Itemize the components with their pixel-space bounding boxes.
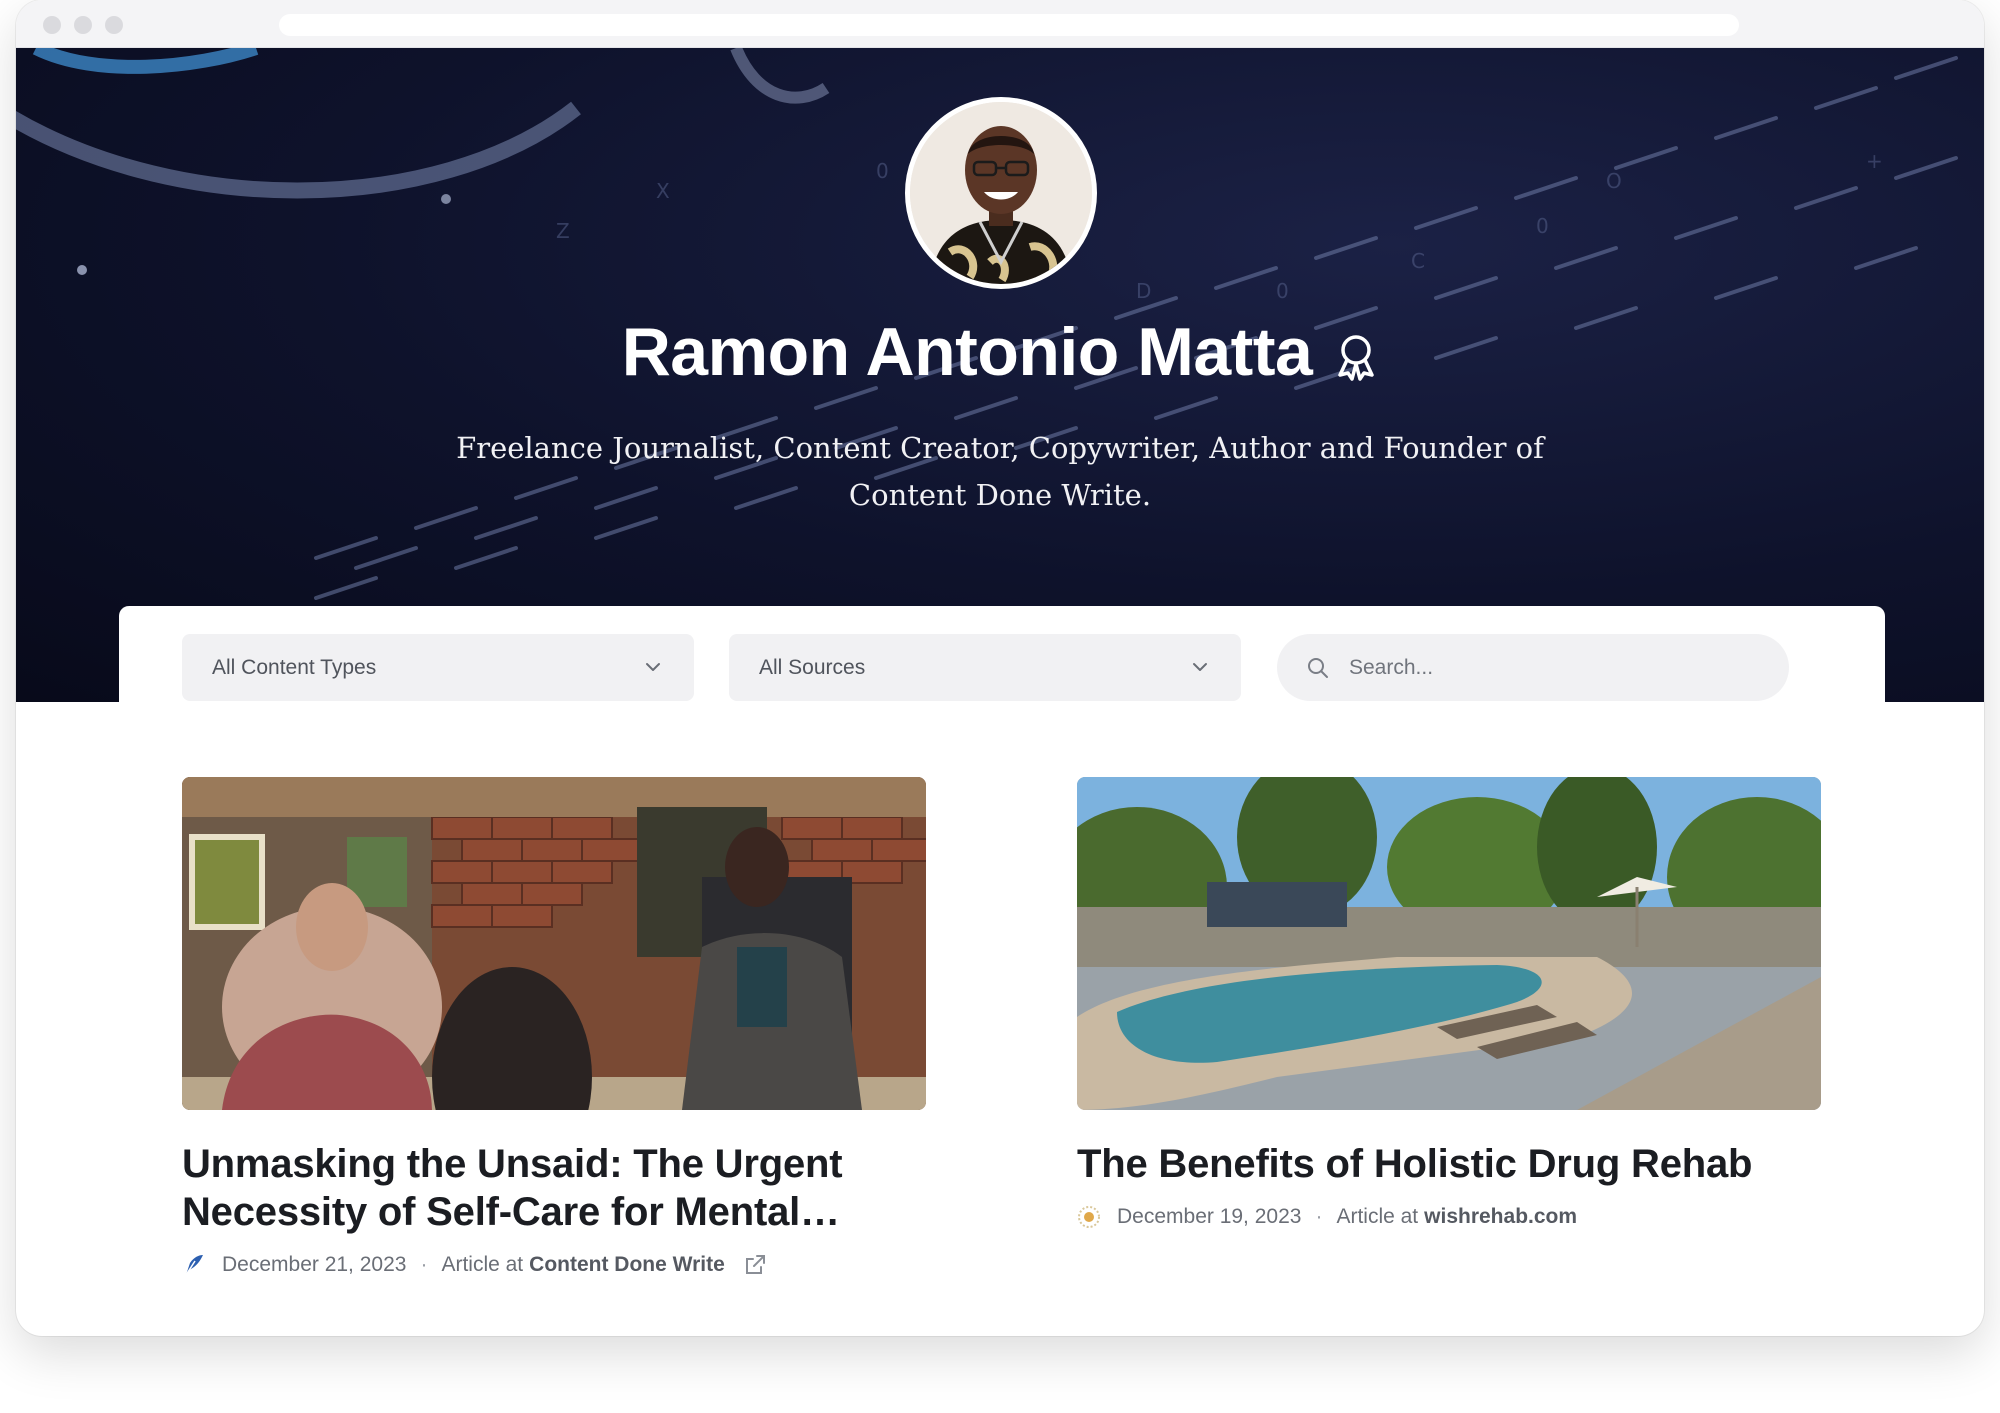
avatar-photo (910, 102, 1092, 284)
pool-resort-image (1077, 777, 1821, 1110)
browser-window: O0C 0D0 X Z + Ramon Antonio Matta Freela… (16, 0, 1984, 1336)
therapy-session-image (182, 777, 926, 1110)
svg-text:0: 0 (1536, 214, 1549, 238)
profile-name-row: Ramon Antonio Matta (16, 313, 1984, 391)
chevron-down-icon (1193, 663, 1207, 671)
article-source[interactable]: wishrehab.com (1424, 1205, 1577, 1229)
address-bar[interactable] (279, 14, 1739, 36)
svg-text:C: C (1411, 249, 1425, 273)
profile-avatar (905, 97, 1097, 289)
profile-hero: O0C 0D0 X Z + Ramon Antonio Matta Freela… (16, 48, 1984, 702)
sources-select[interactable]: All Sources (729, 634, 1241, 701)
content-type-select-value: All Content Types (212, 656, 377, 679)
external-link-icon[interactable] (743, 1253, 767, 1277)
window-close-dot[interactable] (43, 16, 61, 34)
article-card[interactable]: The Benefits of Holistic Drug Rehab Dece… (1077, 777, 1821, 1229)
content-type-select[interactable]: All Content Types (182, 634, 694, 701)
quill-icon (185, 1255, 203, 1276)
article-type: Article at (441, 1253, 524, 1276)
article-meta: December 21, 2023 · Article at Content D… (182, 1253, 926, 1277)
article-thumbnail[interactable] (1077, 777, 1821, 1110)
article-source[interactable]: Content Done Write (529, 1253, 725, 1277)
svg-text:0: 0 (876, 159, 889, 183)
profile-name: Ramon Antonio Matta (621, 314, 1313, 390)
sources-select-value: All Sources (759, 656, 866, 679)
filter-bar: All Content Types All Sources Search... (119, 606, 1885, 736)
meta-separator: · (1315, 1205, 1323, 1228)
svg-text:+: + (1866, 149, 1883, 173)
article-meta: December 19, 2023 · Article at wishrehab… (1077, 1205, 1821, 1229)
article-card[interactable]: Unmasking the Unsaid: The Urgent Necessi… (182, 777, 926, 1277)
svg-text:0: 0 (1276, 279, 1289, 303)
profile-bio: Freelance Journalist, Content Creator, C… (456, 431, 1544, 512)
sun-logo-icon (1078, 1206, 1100, 1228)
svg-text:X: X (656, 179, 670, 203)
search-icon (1308, 658, 1328, 678)
search-placeholder: Search... (1349, 656, 1434, 679)
svg-text:Z: Z (556, 219, 570, 243)
window-minimize-dot[interactable] (74, 16, 92, 34)
article-title[interactable]: Unmasking the Unsaid: The Urgent Necessi… (182, 1140, 926, 1236)
meta-separator: · (420, 1253, 428, 1276)
svg-text:O: O (1606, 169, 1622, 193)
svg-text:D: D (1136, 279, 1151, 303)
search-input[interactable]: Search... (1277, 634, 1789, 701)
browser-chrome (16, 0, 1984, 48)
article-date: December 19, 2023 (1117, 1205, 1302, 1228)
award-ribbon-icon (1338, 335, 1375, 381)
article-title[interactable]: The Benefits of Holistic Drug Rehab (1077, 1140, 1821, 1188)
article-date: December 21, 2023 (222, 1253, 407, 1276)
window-maximize-dot[interactable] (105, 16, 123, 34)
article-thumbnail[interactable] (182, 777, 926, 1110)
chevron-down-icon (646, 663, 660, 671)
article-type: Article at (1336, 1205, 1419, 1228)
